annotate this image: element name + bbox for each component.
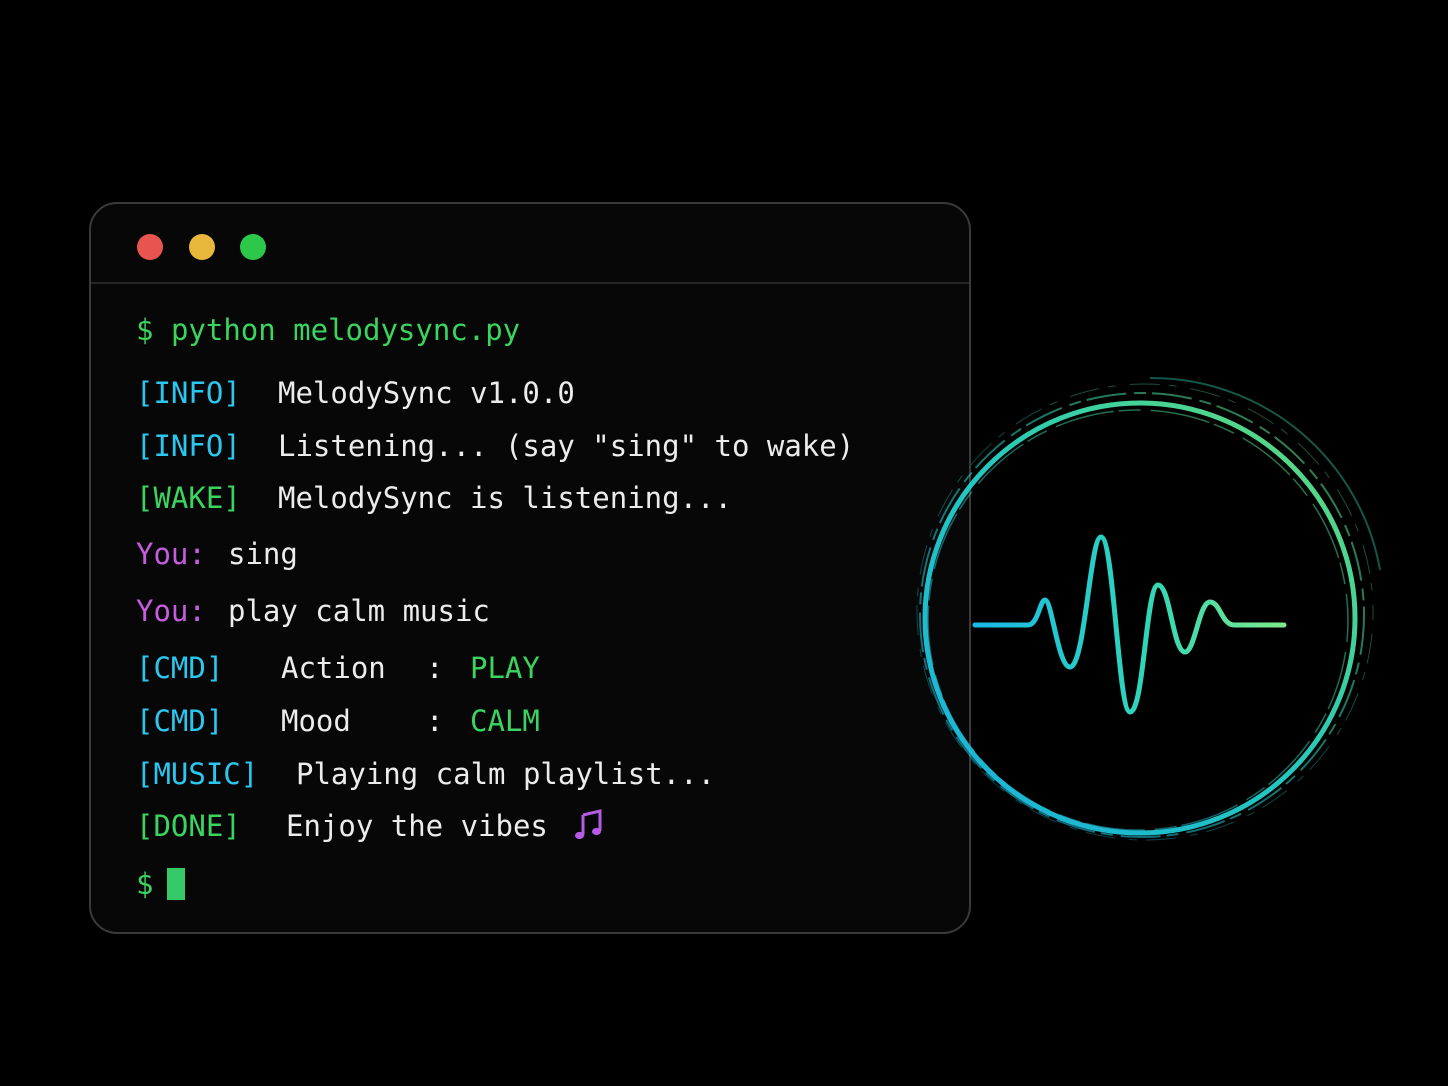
user-line: You: play calm music xyxy=(136,593,490,629)
log-line: [INFO] MelodySync v1.0.0 xyxy=(136,375,575,411)
user-text: play calm music xyxy=(228,594,490,628)
user-text: sing xyxy=(228,537,298,571)
cmd-label: Action xyxy=(281,651,386,685)
terminal-output[interactable]: $ python melodysync.py [INFO] MelodySync … xyxy=(91,204,969,932)
command-line: $ python melodysync.py xyxy=(136,312,520,348)
log-text: Enjoy the vibes xyxy=(286,809,548,843)
cmd-label: Mood xyxy=(281,704,351,738)
prompt-symbol: $ xyxy=(136,867,154,901)
prompt-symbol: $ xyxy=(136,313,154,347)
log-tag: [WAKE] xyxy=(136,481,241,515)
log-tag: [DONE] xyxy=(136,809,241,843)
log-tag: [INFO] xyxy=(136,429,241,463)
user-line: You: sing xyxy=(136,536,298,572)
cmd-separator: : xyxy=(426,704,444,738)
cmd-value: PLAY xyxy=(470,651,540,685)
cmd-line: [CMD] Mood: CALM xyxy=(136,703,540,739)
cmd-tag: [CMD] xyxy=(136,704,224,738)
log-tag: [INFO] xyxy=(136,376,241,410)
user-tag: You: xyxy=(136,537,206,571)
cmd-line: [CMD] Action: PLAY xyxy=(136,650,540,686)
log-line: [INFO] Listening... (say "sing" to wake) xyxy=(136,428,854,464)
music-note-icon xyxy=(574,809,602,840)
log-text: Playing calm playlist... xyxy=(296,757,716,791)
waveform xyxy=(972,534,1287,715)
terminal-window[interactable]: $ python melodysync.py [INFO] MelodySync … xyxy=(89,202,971,934)
sound-wave-icon xyxy=(916,376,1381,841)
cmd-value: CALM xyxy=(470,704,540,738)
log-line: [DONE] Enjoy the vibes xyxy=(136,808,604,844)
log-text: Listening... (say "sing" to wake) xyxy=(278,429,855,463)
user-tag: You: xyxy=(136,594,206,628)
cmd-tag: [CMD] xyxy=(136,651,224,685)
cmd-separator: : xyxy=(426,651,444,685)
log-line: [MUSIC] Playing calm playlist... xyxy=(136,756,715,792)
input-prompt-line[interactable]: $ xyxy=(136,866,186,902)
command-text: python melodysync.py xyxy=(170,313,521,347)
log-line: [WAKE] MelodySync is listening... xyxy=(136,480,732,516)
log-tag: [MUSIC] xyxy=(136,757,259,791)
log-text: MelodySync v1.0.0 xyxy=(278,376,575,410)
log-text: MelodySync is listening... xyxy=(278,481,732,515)
text-cursor xyxy=(167,868,186,900)
canvas: $ python melodysync.py [INFO] MelodySync … xyxy=(0,0,1448,1086)
